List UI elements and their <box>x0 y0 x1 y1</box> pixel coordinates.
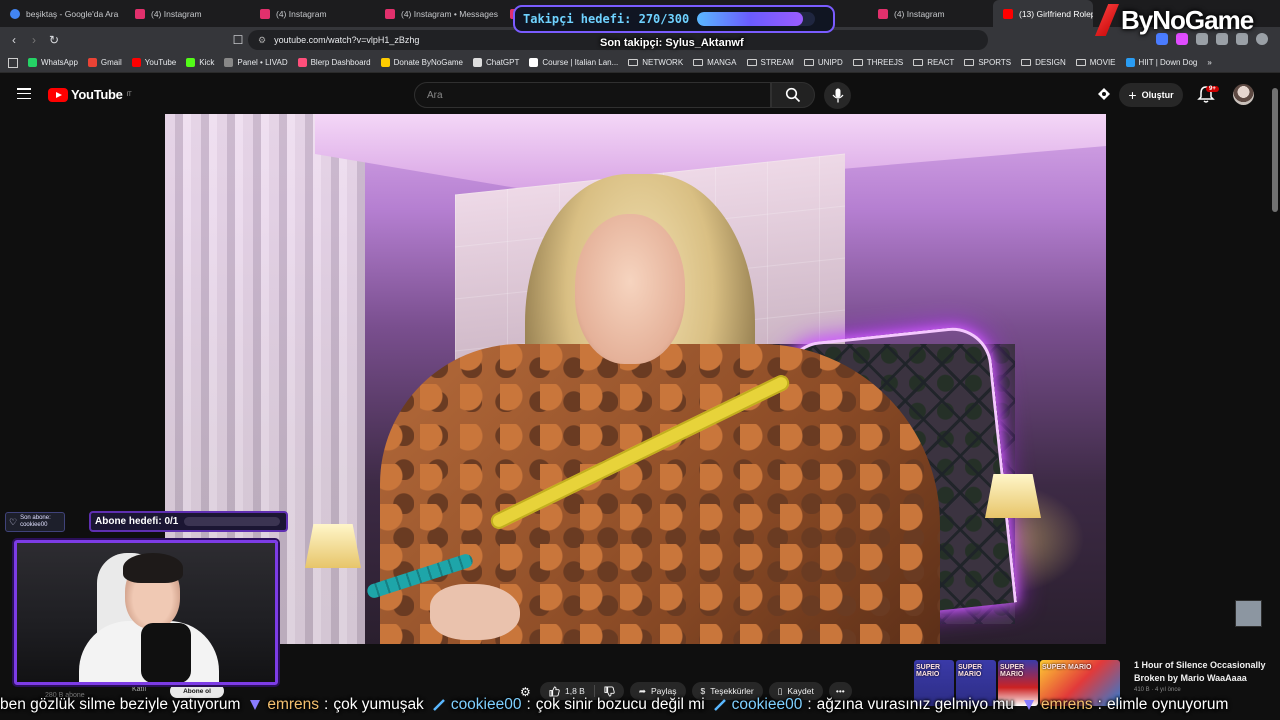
bookmark-star-icon[interactable]: ☐ <box>228 33 248 47</box>
video-scene-lamp <box>985 474 1041 518</box>
bookmark-blerp[interactable]: Blerp Dashboard <box>297 58 371 67</box>
bookmark-whatsapp[interactable]: WhatsApp <box>28 58 78 67</box>
voice-search-button[interactable] <box>824 82 851 109</box>
browser-tab[interactable]: (4) Instagram • Messages <box>375 0 500 27</box>
bynogame-brand: ByNoGame <box>1095 4 1254 36</box>
browser-tab[interactable]: beşiktaş - Google'da Ara <box>0 0 125 27</box>
google-icon <box>10 8 20 19</box>
chat-message: cookiee00: ağzına vurasınız gelmiyo mu <box>713 696 1014 714</box>
search-button[interactable] <box>771 82 815 108</box>
video-player[interactable] <box>165 114 1106 644</box>
follower-goal-progress <box>697 12 816 26</box>
chat-message: cookiee00: çok sinir bozucu değil mi <box>432 696 705 714</box>
sword-badge-icon <box>432 699 445 711</box>
chat-message: emrens: çok yumuşak <box>248 696 424 714</box>
bookmark-folder-react[interactable]: REACT <box>913 58 954 67</box>
browser-tab[interactable]: (4) Instagram <box>250 0 375 27</box>
menu-icon[interactable] <box>17 88 31 99</box>
microphone-icon <box>832 88 843 103</box>
bookmarks-bar: WhatsApp Gmail YouTube Kick Panel • LIVA… <box>0 53 1280 73</box>
youtube-icon <box>1003 8 1013 19</box>
subscriber-goal-widget: Abone hedefi: 0/1 <box>89 511 288 532</box>
instagram-icon <box>385 8 395 19</box>
bookmark-folder-movie[interactable]: MOVIE <box>1075 58 1116 67</box>
bookmark-folder-unipd[interactable]: UNIPD <box>803 58 843 67</box>
site-info-icon[interactable]: ⚙ <box>258 35 266 46</box>
follower-goal-label: Takipçi hedefi: 270/300 <box>523 12 690 26</box>
search-input[interactable]: Ara <box>414 82 771 108</box>
video-scene-lamp <box>305 524 361 568</box>
recommended-video-title[interactable]: 1 Hour of Silence Occasionally Broken by… <box>1134 659 1274 697</box>
instagram-icon <box>878 8 888 19</box>
browser-tab-active[interactable]: (13) Girlfriend Roleplay <box>993 0 1093 27</box>
follower-goal-fill <box>697 12 804 26</box>
bookmark-gmail[interactable]: Gmail <box>87 58 122 67</box>
create-button[interactable]: + Oluştur <box>1119 83 1183 107</box>
browser-tab[interactable]: (4) Instagram <box>868 0 993 27</box>
apps-grid-icon[interactable] <box>8 57 18 68</box>
plus-icon: + <box>1128 87 1137 103</box>
forward-icon[interactable]: › <box>24 33 44 47</box>
url-text: youtube.com/watch?v=vlpH1_zBzhg <box>274 35 420 45</box>
bookmark-folder-threejs[interactable]: THREEJS <box>852 58 903 67</box>
floating-widget-button[interactable] <box>1235 600 1262 627</box>
bookmark-youtube[interactable]: YouTube <box>131 58 176 67</box>
bookmark-course[interactable]: Course | Italian Lan... <box>529 58 618 67</box>
youtube-play-icon <box>48 87 68 102</box>
live-cast-icon[interactable] <box>1097 87 1111 101</box>
bookmark-kick[interactable]: Kick <box>186 58 214 67</box>
notification-count-badge: 9+ <box>1206 86 1219 92</box>
bookmark-chatgpt[interactable]: ChatGPT <box>473 58 519 67</box>
bookmark-folder-network[interactable]: NETWORK <box>628 58 683 67</box>
video-scene-face <box>575 214 685 364</box>
user-badge-icon <box>1023 700 1034 710</box>
page-scrollbar[interactable] <box>1272 88 1278 212</box>
webcam-microphone <box>141 623 191 682</box>
back-icon[interactable]: ‹ <box>4 33 24 47</box>
last-subscriber-widget: ♡ Son abone: cookiee00 <box>5 512 65 532</box>
user-badge-icon <box>250 700 261 710</box>
streamer-webcam <box>14 540 278 685</box>
instagram-icon <box>260 8 270 19</box>
bookmark-folder-sports[interactable]: SPORTS <box>964 58 1011 67</box>
profile-icon[interactable] <box>1256 33 1268 45</box>
join-button[interactable]: Katıl <box>132 686 146 693</box>
instagram-icon <box>135 8 145 19</box>
follower-goal-widget: Takipçi hedefi: 270/300 <box>513 5 835 33</box>
bookmark-hiit[interactable]: HIIT | Down Dog <box>1125 58 1197 67</box>
bookmark-folder-design[interactable]: DESIGN <box>1021 58 1066 67</box>
bookmark-panel-livad[interactable]: Panel • LIVAD <box>224 58 288 67</box>
chat-message: emrens: elimle oynuyorum <box>1022 696 1228 714</box>
sword-badge-icon <box>713 699 726 711</box>
screen: beşiktaş - Google'da Ara (4) Instagram (… <box>0 0 1280 720</box>
account-avatar[interactable] <box>1233 84 1254 105</box>
chat-ticker: ben gözlük silme beziyle yatıyorum emren… <box>0 694 1280 716</box>
bynogame-logo-icon <box>1095 4 1119 36</box>
youtube-logo[interactable]: YouTube IT <box>48 87 132 102</box>
heart-icon: ♡ <box>9 516 18 527</box>
bookmarks-overflow-icon[interactable]: » <box>1207 58 1211 67</box>
bookmark-folder-stream[interactable]: STREAM <box>746 58 794 67</box>
youtube-masthead: YouTube IT Ara + Oluştur <box>0 74 1280 114</box>
last-follower-label: Son takipçi: Sylus_Aktanwf <box>600 37 744 49</box>
search-icon <box>785 87 801 103</box>
reload-icon[interactable]: ↻ <box>44 33 64 47</box>
bookmark-folder-manga[interactable]: MANGA <box>693 58 737 67</box>
browser-tab[interactable]: (4) Instagram <box>125 0 250 27</box>
video-scene-hand <box>430 584 520 640</box>
bookmark-donate-bynogame[interactable]: Donate ByNoGame <box>380 58 463 67</box>
subscriber-goal-progress <box>184 517 281 526</box>
webcam-hair <box>123 553 183 583</box>
chat-message: ben gözlük silme beziyle yatıyorum <box>0 696 241 713</box>
